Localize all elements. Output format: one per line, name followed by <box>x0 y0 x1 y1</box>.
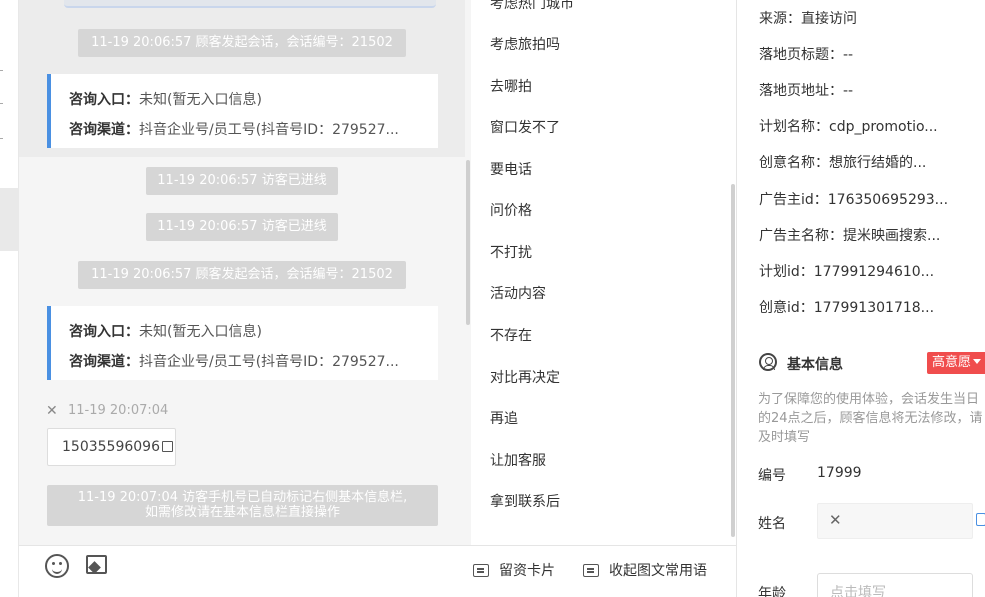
chat-toolbar <box>19 545 471 597</box>
copy-icon[interactable] <box>161 441 173 452</box>
collapse-label: 收起图文常用语 <box>609 563 707 579</box>
nav-selected-item[interactable] <box>0 188 19 251</box>
entry-value: 未知(暂无入口信息) <box>139 324 262 340</box>
creative-name-field: 创意名称：想旅行结婚的... <box>759 155 927 171</box>
phrase-item[interactable]: 问价格 <box>490 200 532 220</box>
phrase-item[interactable]: 再追 <box>490 408 518 428</box>
phrase-scrollbar[interactable] <box>731 184 735 537</box>
save-card-label: 留资卡片 <box>499 563 555 579</box>
name-field[interactable]: ✕ <box>817 503 973 539</box>
landing-title-field: 落地页标题：-- <box>759 47 854 63</box>
phrase-item[interactable]: 对比再决定 <box>490 367 560 387</box>
phrase-item[interactable]: 要电话 <box>490 159 532 179</box>
quick-phrase-list: 考虑热门城市 考虑旅拍吗 去哪拍 窗口发不了 要电话 问价格 不打扰 活动内容 … <box>471 0 736 545</box>
message-icon <box>473 564 489 577</box>
phrase-item[interactable]: 不打扰 <box>490 242 532 262</box>
caret-down-icon <box>973 359 982 364</box>
notice-line: 如需修改请在基本信息栏直接操作 <box>144 505 340 520</box>
consult-info-card: 咨询入口：未知(暂无入口信息) 咨询渠道：抖音企业号/员工号(抖音号ID：279… <box>47 74 438 148</box>
clear-icon[interactable]: ✕ <box>829 511 842 529</box>
entry-label: 咨询入口： <box>69 92 139 108</box>
channel-value: 抖音企业号/员工号(抖音号ID：279527... <box>139 122 399 138</box>
image-icon[interactable] <box>86 555 107 574</box>
channel-label: 咨询渠道： <box>69 354 139 370</box>
auto-mark-notice: 11-19 20:07:04 访客手机号已自动标记右侧基本信息栏, 如需修改请在… <box>47 485 438 526</box>
creative-id-field: 创意id：177991301718... <box>759 300 935 316</box>
phrase-item[interactable]: 窗口发不了 <box>490 117 560 137</box>
number-value: 17999 <box>817 465 862 481</box>
phrase-item[interactable]: 让加客服 <box>490 450 546 470</box>
landing-url-field: 落地页地址：-- <box>759 83 854 99</box>
notice-line: 11-19 20:07:04 访客手机号已自动标记右侧基本信息栏, <box>77 490 408 505</box>
advertiser-name-field: 广告主名称：提米映画搜索... <box>759 228 941 244</box>
name-label: 姓名 <box>758 516 786 532</box>
chat-scrollbar[interactable] <box>466 160 470 325</box>
phone-message-bubble: 15035596096 <box>47 428 176 466</box>
phrase-item[interactable]: 去哪拍 <box>490 76 532 96</box>
system-message: 11-19 20:06:57 访客已进线 <box>146 167 338 195</box>
system-message: 11-19 20:06:57 顾客发起会话，会话编号：21502 <box>78 261 406 289</box>
user-icon <box>759 353 777 371</box>
consult-info-card: 咨询入口：未知(暂无入口信息) 咨询渠道：抖音企业号/员工号(抖音号ID：279… <box>47 306 438 380</box>
customer-info-panel: 来源：直接访问 落地页标题：-- 落地页地址：-- 计划名称：cdp_promo… <box>737 0 985 597</box>
collapse-phrases-button[interactable]: 收起图文常用语 <box>583 560 707 580</box>
entry-value: 未知(暂无入口信息) <box>139 92 262 108</box>
age-field[interactable]: 点击填写 <box>817 573 973 597</box>
phrase-item[interactable]: 不存在 <box>490 325 532 345</box>
plan-name-field: 计划名称：cdp_promotio... <box>759 119 938 135</box>
nav-mark <box>0 103 3 104</box>
nav-mark <box>0 70 3 71</box>
phrase-toolbar: 留资卡片 收起图文常用语 <box>471 545 736 597</box>
source-field: 来源：直接访问 <box>759 11 857 27</box>
copy-icon[interactable] <box>976 513 985 526</box>
nav-mark <box>0 138 3 139</box>
chat-message-area: 11-19 20:06:57 顾客发起会话，会话编号：21502 咨询入口：未知… <box>19 0 471 545</box>
phone-number: 15035596096 <box>62 439 160 455</box>
advertiser-id-field: 广告主id：176350695293... <box>759 192 949 208</box>
phrase-item[interactable]: 考虑热门城市 <box>490 0 574 13</box>
number-label: 编号 <box>758 468 786 484</box>
system-message: 11-19 20:06:57 访客已进线 <box>146 213 338 241</box>
phrase-item[interactable]: 拿到联系后 <box>490 491 560 511</box>
save-card-button[interactable]: 留资卡片 <box>473 560 555 580</box>
age-label: 年龄 <box>758 586 786 597</box>
channel-label: 咨询渠道： <box>69 122 139 138</box>
message-timestamp: 11-19 20:07:04 <box>68 403 169 418</box>
edit-hint: 为了保障您的使用体验，会话发生当日的24点之后，顾客信息将无法修改，请及时填写 <box>758 392 983 445</box>
intent-label: 高意愿 <box>932 355 972 370</box>
message-icon <box>583 564 599 577</box>
channel-value: 抖音企业号/员工号(抖音号ID：279527... <box>139 354 399 370</box>
left-nav-strip <box>0 0 19 597</box>
phrase-item[interactable]: 考虑旅拍吗 <box>490 34 560 54</box>
phrase-item[interactable]: 活动内容 <box>490 283 546 303</box>
plan-id-field: 计划id：177991294610... <box>759 264 935 280</box>
entry-label: 咨询入口： <box>69 324 139 340</box>
emoji-icon[interactable] <box>45 554 69 578</box>
intent-dropdown[interactable]: 高意愿 <box>927 352 985 374</box>
system-message: 11-19 20:06:57 顾客发起会话，会话编号：21502 <box>78 29 406 57</box>
section-title: 基本信息 <box>787 357 843 373</box>
close-icon[interactable]: ✕ <box>46 403 58 419</box>
message-bubble-partial <box>64 0 436 8</box>
